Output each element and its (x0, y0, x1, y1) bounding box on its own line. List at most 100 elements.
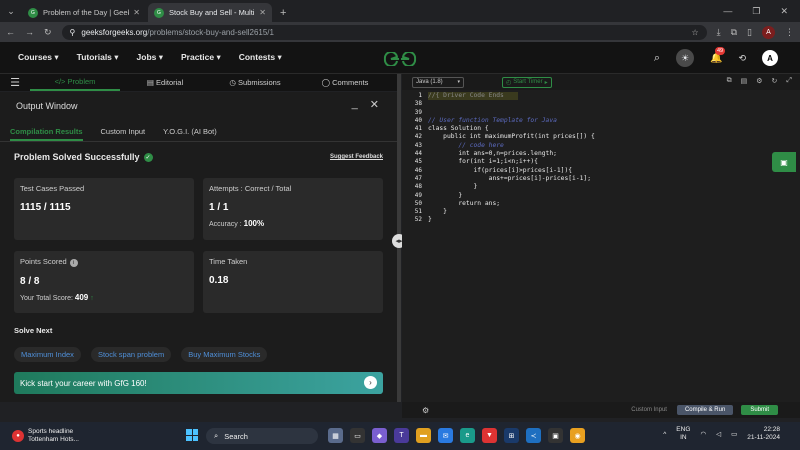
brave-icon[interactable]: ▼ (482, 428, 497, 443)
output-window-title: Output Window (16, 101, 78, 111)
back-icon[interactable]: ← (6, 27, 15, 37)
language-select[interactable]: Java (1.8) ▾ (412, 76, 464, 88)
tab-comments-label: Comments (332, 78, 369, 87)
copilot-icon[interactable]: ◆ (372, 428, 387, 443)
browser-tab-2[interactable]: G Stock Buy and Sell - Multiple Tr ✕ (148, 3, 272, 22)
gfg-logo[interactable] (383, 50, 417, 69)
taskbar-apps: ▦ ▭ ◆ T ▬ ✉ e ▼ ⊞ ≺ ▣ ◉ (328, 428, 585, 443)
settings-icon[interactable]: ⚙ (756, 77, 762, 85)
edge-icon[interactable]: e (460, 428, 475, 443)
vscode-icon[interactable]: ≺ (526, 428, 541, 443)
address-bar: ← → ↻ ⚲ geeksforgeeks.org/problems/stock… (0, 22, 800, 42)
start-timer-button[interactable]: ◴ Start Timer ▸ (502, 76, 552, 88)
user-avatar[interactable]: A (762, 50, 778, 66)
next-problem-stock-span[interactable]: Stock span problem (90, 347, 172, 362)
notification-icon[interactable]: 🔔 49 (710, 46, 726, 64)
next-problem-buy-maximum-stocks[interactable]: Buy Maximum Stocks (181, 347, 268, 362)
minimize-icon[interactable]: — (723, 6, 732, 16)
solved-status-text: Problem Solved Successfully (14, 152, 140, 162)
terminal-icon[interactable]: ▣ (548, 428, 563, 443)
next-problem-maximum-index[interactable]: Maximum Index (14, 347, 81, 362)
tray-overflow-icon[interactable]: ^ (663, 431, 666, 438)
news-icon: ● (12, 430, 24, 442)
editor-settings-icon[interactable]: ⚙ (422, 406, 429, 415)
new-tab-button[interactable]: + (280, 3, 286, 22)
extensions-area: ⤓ ⧉ ▯ A ⋮ (717, 25, 794, 39)
nav-contests[interactable]: Contests ▾ (239, 52, 282, 63)
submit-button[interactable]: Submit (741, 405, 778, 415)
browser-tab-1[interactable]: G Problem of the Day | GeeksforG ✕ (22, 3, 146, 22)
file-icon[interactable]: ▤ (741, 77, 748, 85)
tab-editorial[interactable]: ▤ Editorial (120, 78, 210, 87)
fullscreen-icon[interactable]: ⤢ (786, 77, 792, 85)
bookmark-star-icon[interactable]: ☆ (691, 28, 698, 37)
chat-fab-icon[interactable]: ▣ (772, 152, 796, 172)
translate-icon[interactable]: ⟲ (738, 53, 746, 64)
chrome-icon[interactable]: ◉ (570, 428, 585, 443)
theme-toggle-icon[interactable]: ☀ (676, 49, 694, 67)
code-line: if(prices[i]>prices[i-1]){ (428, 166, 573, 174)
compile-run-button[interactable]: Compile & Run (676, 405, 734, 415)
reset-icon[interactable]: ↻ (772, 77, 778, 85)
code-line: } (428, 216, 432, 224)
url-input[interactable]: ⚲ geeksforgeeks.org/problems/stock-buy-a… (61, 24, 707, 40)
close-window-icon[interactable]: ✕ (780, 6, 788, 17)
suggest-feedback-link[interactable]: Suggest Feedback (330, 154, 383, 160)
minimize-panel-icon[interactable]: _ (352, 98, 358, 111)
search-icon[interactable]: ⌕ (654, 52, 660, 65)
copy-icon[interactable]: ⧉ (727, 77, 732, 85)
extensions-icon[interactable]: ⧉ (731, 27, 737, 38)
close-tab-icon[interactable]: ✕ (259, 8, 266, 17)
time-value: 0.18 (209, 275, 229, 286)
nav-courses[interactable]: Courses ▾ (18, 52, 59, 63)
next-problems: Maximum Index Stock span problem Buy Max… (14, 347, 268, 362)
file-explorer-icon[interactable]: ▬ (416, 428, 431, 443)
clock[interactable]: 22:28 21-11-2024 (747, 426, 780, 442)
tab-compilation-results[interactable]: Compilation Results (10, 122, 83, 141)
taskbar-search[interactable]: ⌕ Search (206, 428, 318, 444)
custom-input-button[interactable]: Custom Input (631, 407, 667, 413)
news-widget[interactable]: ● Sports headline Tottenham Hots... (12, 428, 79, 444)
tab-title: Stock Buy and Sell - Multiple Tr (169, 8, 255, 17)
battery-icon[interactable]: ▭ (731, 430, 737, 438)
browser-profile-avatar[interactable]: A (762, 25, 775, 39)
forward-icon[interactable]: → (25, 27, 34, 37)
task-view-icon[interactable]: ▭ (350, 428, 365, 443)
restore-icon[interactable]: ❐ (752, 6, 760, 17)
browser-menu-icon[interactable]: ⋮ (785, 27, 794, 38)
teams-icon[interactable]: T (394, 428, 409, 443)
site-info-icon[interactable]: ⚲ (70, 28, 76, 37)
info-icon[interactable]: i (69, 259, 78, 267)
download-icon[interactable]: ⤓ (717, 27, 721, 38)
tab-custom-input[interactable]: Custom Input (101, 122, 146, 141)
windows-start-icon[interactable] (186, 429, 198, 441)
career-banner[interactable]: Kick start your career with GfG 160! › (14, 372, 383, 394)
close-tab-icon[interactable]: ✕ (133, 8, 140, 17)
attempts-value: 1 / 1 (209, 202, 229, 213)
language-indicator[interactable]: ENG IN (676, 426, 690, 442)
chevron-right-icon[interactable]: › (364, 376, 377, 389)
tab-search-icon[interactable]: ⌄ (0, 0, 22, 22)
code-line: } (428, 191, 463, 199)
test-cases-value: 1115 / 1115 (20, 202, 71, 213)
tab-problem[interactable]: </> Problem (30, 74, 120, 91)
widgets-icon[interactable]: ▦ (328, 428, 343, 443)
tab-yogi-bot[interactable]: Y.O.G.I. (AI Bot) (163, 122, 217, 141)
check-icon: ✓ (143, 152, 153, 162)
nav-jobs[interactable]: Jobs ▾ (137, 52, 163, 63)
tab-submissions[interactable]: ◷ Submissions (210, 78, 300, 87)
nav-tutorials[interactable]: Tutorials ▾ (77, 52, 119, 63)
wifi-icon[interactable]: ◠ (700, 430, 706, 438)
volume-icon[interactable]: ◁ (716, 430, 721, 438)
mail-icon[interactable]: ✉ (438, 428, 453, 443)
lang-line-1: ENG (676, 426, 691, 433)
chevron-down-icon: ▾ (457, 79, 460, 85)
sidepanel-icon[interactable]: ▯ (747, 27, 752, 38)
tab-comments[interactable]: ◯ Comments (300, 78, 390, 87)
hamburger-menu-icon[interactable]: ☰ (0, 76, 30, 89)
store-icon[interactable]: ⊞ (504, 428, 519, 443)
reload-icon[interactable]: ↻ (44, 27, 52, 38)
nav-practice[interactable]: Practice ▾ (181, 52, 221, 63)
code-text-area[interactable]: //{ Driver Code Ends // User function Te… (428, 92, 800, 225)
close-panel-icon[interactable]: ✕ (370, 98, 379, 111)
